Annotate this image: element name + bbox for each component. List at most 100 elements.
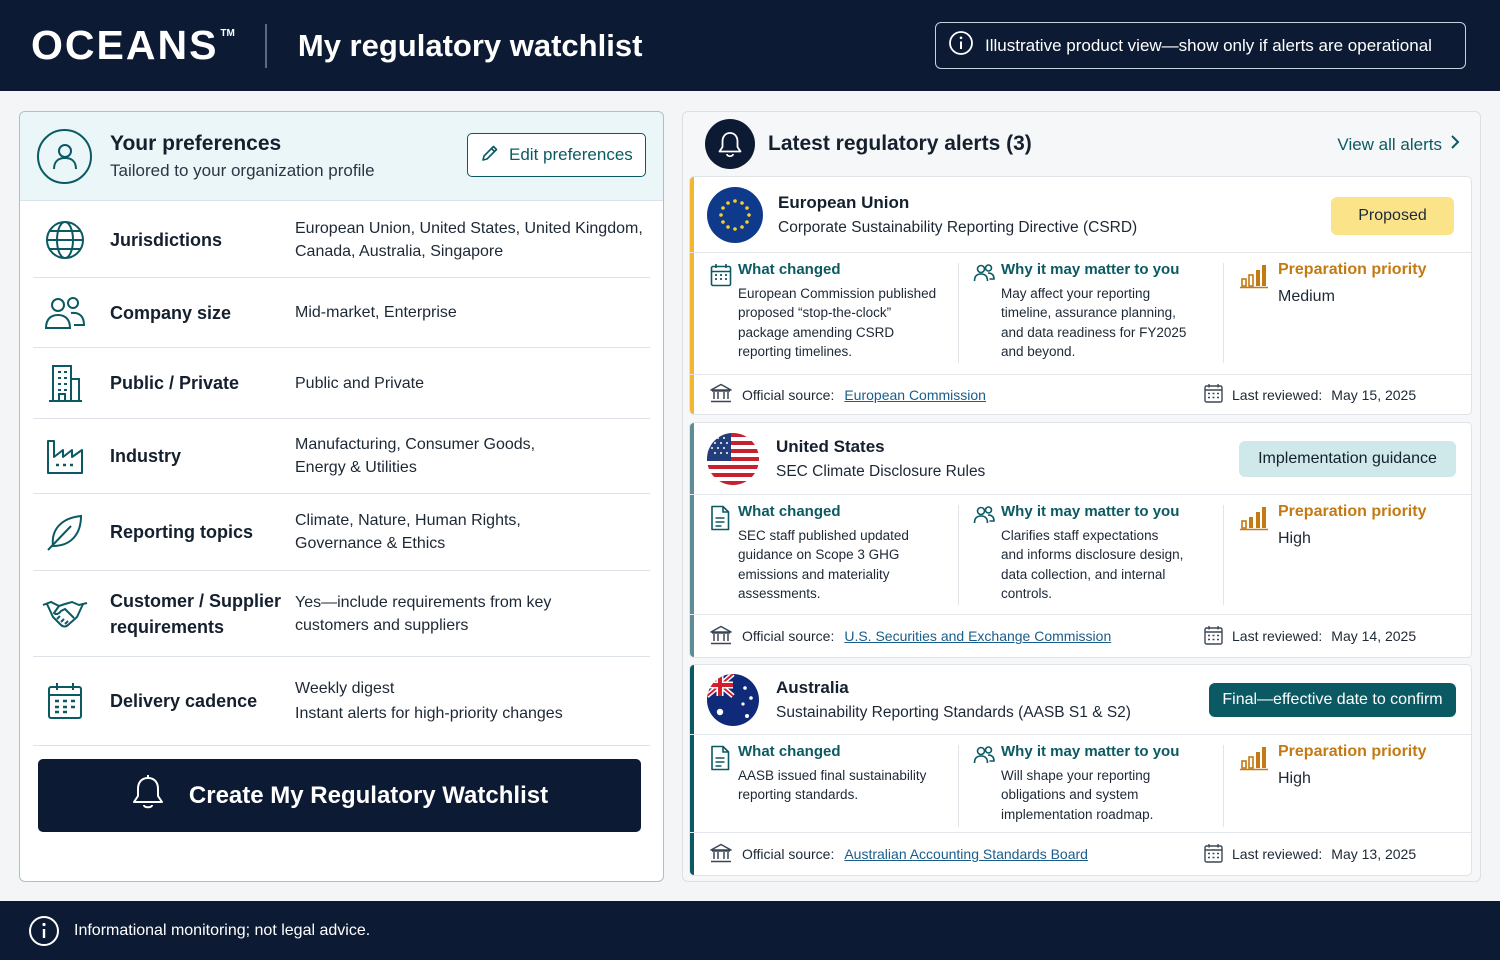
pref-value: Climate, Nature, Human Rights, Governanc… [295,512,521,552]
notice-text: Illustrative product view—show only if a… [985,35,1432,55]
status-badge: Implementation guidance [1239,441,1456,477]
source-link[interactable]: U.S. Securities and Exchange Commission [844,628,1111,644]
source-label: Official source: [742,846,835,862]
pencil-icon [480,143,500,168]
alerts-header: Latest regulatory alerts (3) View all al… [683,112,1480,175]
edit-preferences-button[interactable]: Edit preferences [467,133,646,177]
status-badge: Final—effective date to confirm [1209,683,1456,717]
alert-region: European Union [778,192,910,212]
institution-icon [710,843,732,866]
institution-icon [710,625,732,648]
illustrative-notice: Illustrative product view—show only if a… [935,22,1466,69]
view-all-alerts-link[interactable]: View all alerts [1337,134,1460,155]
why-matters-text: Will shape your reporting obligations an… [1001,768,1154,822]
priority-value: Medium [1278,288,1335,305]
why-matters-text: Clarifies staff expectations and informs… [1001,528,1184,601]
column-divider [958,263,959,363]
why-matters-title: Why it may matter to you [1001,503,1180,520]
last-reviewed-label: Last reviewed: [1232,846,1323,862]
calendar-icon [1204,625,1223,648]
what-changed-text: European Commission published proposed “… [738,286,937,359]
users-icon [35,295,95,331]
globe-icon [35,219,95,261]
handshake-icon [35,597,95,631]
priority-title: Preparation priority [1278,743,1427,760]
what-changed-text: SEC staff published updated guidance on … [738,528,909,601]
create-watchlist-label: Create My Regulatory Watchlist [188,781,549,809]
alert-region: United States [776,436,885,456]
eu-flag-icon [707,186,763,243]
page-title: My regulatory watchlist [297,27,643,63]
pref-value: Weekly digest Instant alerts for high-pr… [295,680,563,722]
preferences-panel: Your preferences Tailored to your organi… [19,111,664,882]
alerts-panel: Latest regulatory alerts (3) View all al… [682,111,1481,882]
pref-label: Company size [110,302,232,323]
preferences-header: Your preferences Tailored to your organi… [20,112,663,201]
pref-value: Mid-market, Enterprise [295,304,457,321]
alert-card-eu[interactable]: European Union Corporate Sustainability … [689,176,1472,415]
priority-value: High [1278,530,1311,547]
top-bar: OCEANS TM My regulatory watchlist Illustr… [0,0,1500,91]
priority-title: Preparation priority [1278,503,1427,520]
what-changed-title: What changed [738,503,841,520]
preferences-title: Your preferences [110,131,282,155]
source-link[interactable]: European Commission [844,387,986,403]
column-divider [958,505,959,605]
last-reviewed-date: May 13, 2025 [1331,846,1417,862]
column-divider [1223,263,1224,363]
pref-label: Public / Private [110,373,240,393]
info-icon [948,30,974,61]
bell-icon [131,774,165,817]
priority-value: High [1278,770,1311,787]
calendar-icon [35,681,95,721]
source-link[interactable]: Australian Accounting Standards Board [844,846,1088,862]
edit-preferences-label: Edit preferences [509,145,633,164]
us-flag-icon [707,432,759,485]
footer-bar: Informational monitoring; not legal advi… [0,901,1500,960]
pref-label: Jurisdictions [110,229,223,250]
chevron-right-icon [1450,134,1460,155]
pref-label: Industry [110,446,182,466]
source-label: Official source: [742,386,835,403]
bar-chart-icon [1240,263,1278,306]
factory-icon [35,437,95,475]
status-badge: Proposed [1331,197,1454,235]
australia-flag-icon [707,673,759,726]
pref-row-industry: Industry Manufacturing, Consumer Goods, … [33,419,650,494]
why-matters-title: Why it may matter to you [1001,261,1180,278]
pref-row-delivery-cadence: Delivery cadence Weekly digest Instant a… [33,657,650,746]
pref-row-public-private: Public / Private Public and Private [33,348,650,419]
bar-chart-icon [1240,505,1278,548]
calendar-icon [1204,383,1223,406]
pref-value: Manufacturing, Consumer Goods, Energy & … [295,436,536,476]
user-icon [37,128,92,184]
alert-card-australia[interactable]: Australia Sustainability Reporting Stand… [689,664,1472,876]
users-icon [973,745,1001,824]
view-all-label: View all alerts [1337,134,1442,154]
alerts-title: Latest regulatory alerts (3) [768,131,1032,155]
pref-value: European Union, United States, United Ki… [295,219,643,260]
pref-label: Reporting topics [110,522,253,542]
last-reviewed-label: Last reviewed: [1232,628,1323,644]
what-changed-title: What changed [738,261,841,278]
users-icon [973,505,1001,603]
alert-card-us[interactable]: United States SEC Climate Disclosure Rul… [689,422,1472,658]
priority-title: Preparation priority [1278,261,1427,278]
column-divider [1223,505,1224,605]
alert-region: Australia [776,677,849,697]
oceans-logo[interactable]: OCEANS TM [31,22,235,69]
calendar-icon [710,263,738,361]
create-watchlist-button[interactable]: Create My Regulatory Watchlist [38,759,641,832]
logo-text: OCEANS [31,22,219,68]
calendar-icon [1204,843,1223,866]
pref-row-reporting-topics: Reporting topics Climate, Nature, Human … [33,494,650,571]
last-reviewed-date: May 14, 2025 [1331,628,1417,644]
pref-row-company-size: Company size Mid-market, Enterprise [33,278,650,348]
leaf-icon [35,512,95,552]
what-changed-text: AASB issued final sustainability reporti… [738,768,927,803]
pref-value: Public and Private [295,374,424,392]
pref-value: Yes—include requirements from key custom… [295,593,552,634]
users-icon [973,263,1001,361]
document-icon [710,505,738,603]
footer-disclaimer: Informational monitoring; not legal advi… [74,921,371,939]
